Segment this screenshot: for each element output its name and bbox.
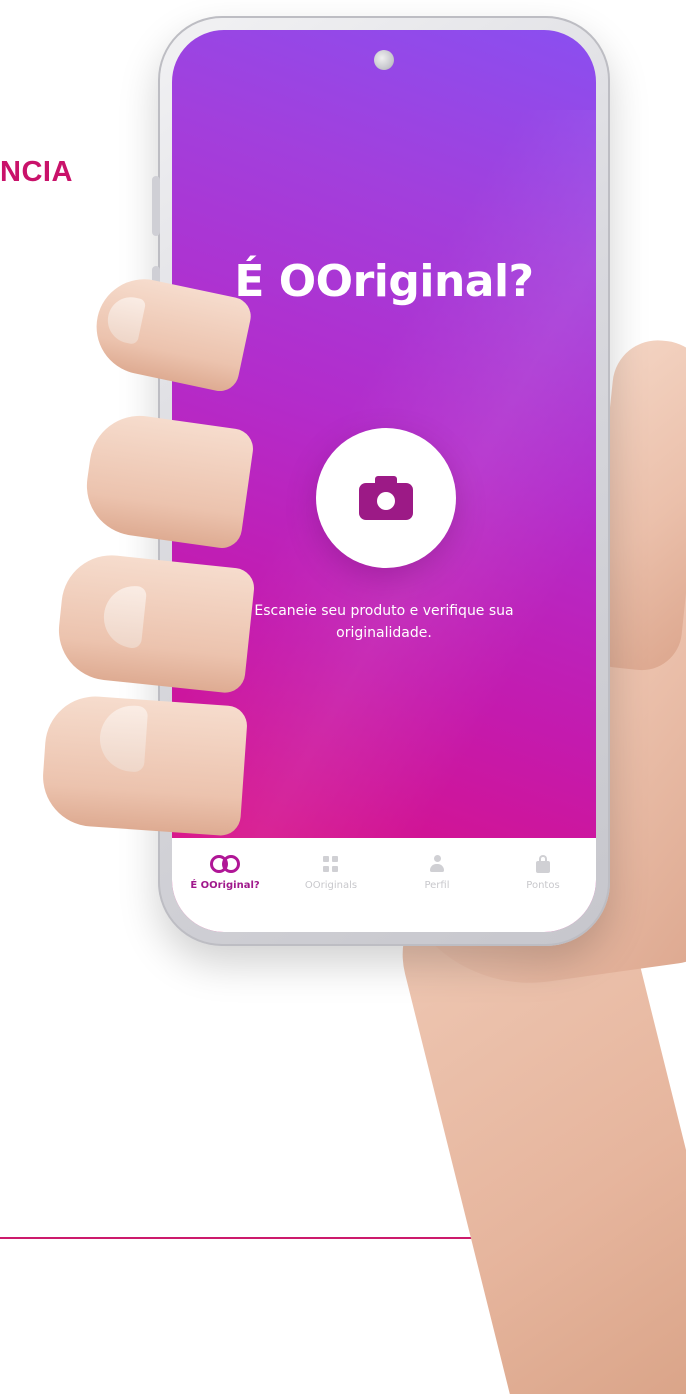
front-camera-icon (374, 50, 394, 70)
nav-item-perfil[interactable]: Perfil (389, 852, 485, 891)
nav-label: Pontos (526, 880, 560, 891)
nav-item-eoriginal[interactable]: É OOriginal? (177, 852, 273, 891)
app-title: É OOriginal? (234, 256, 534, 307)
side-heading: NCIA (0, 156, 73, 188)
nav-item-pontos[interactable]: Pontos (495, 852, 591, 891)
nav-label: É OOriginal? (190, 880, 260, 891)
nav-label: Perfil (424, 880, 450, 891)
divider-line (0, 1237, 512, 1239)
infinity-icon (210, 855, 240, 873)
grid-icon (323, 856, 339, 872)
scan-instruction: Escaneie seu produto e verifique sua ori… (254, 603, 514, 641)
bottom-nav: É OOriginal? OOriginals Perfil Pontos (172, 838, 596, 932)
nav-label: OOriginals (304, 880, 358, 891)
bag-icon (535, 855, 551, 873)
person-icon (429, 855, 445, 873)
nav-item-ooriginals[interactable]: OOriginals (283, 852, 379, 891)
scan-button[interactable] (316, 428, 456, 568)
hand-finger (80, 409, 256, 551)
page: NCIA É OOriginal? Escaneie seu produto e… (0, 0, 686, 1394)
camera-icon (359, 476, 413, 520)
phone-side-button (152, 176, 160, 236)
